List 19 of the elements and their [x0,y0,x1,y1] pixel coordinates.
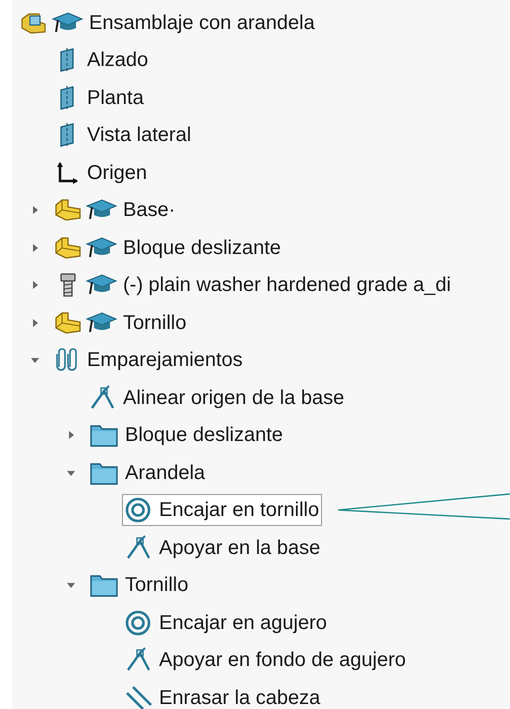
tree-item-label[interactable]: (-) plain washer hardened grade a_di [123,271,451,300]
tree-item-label[interactable]: Origen [87,158,148,187]
tree-item[interactable]: Apoyar en fondo de agujero [122,644,409,676]
tree-item[interactable]: Encajar en tornillo [122,494,322,526]
tree-item-label[interactable]: Base· [123,196,176,224]
tree-item-label[interactable]: Bloque deslizante [125,421,283,450]
tree-item[interactable]: Encajar en agujero [122,606,330,639]
tree-item-label[interactable]: Bloque deslizante [123,234,281,262]
tree-item-label[interactable]: Vista lateral [87,121,192,150]
tree-item[interactable]: Apoyar en la base [122,532,324,564]
tree-item[interactable]: Enrasar la cabeza [122,682,324,709]
tree-item-label[interactable]: Alinear origen de la base [123,384,344,412]
tree-item-label[interactable]: Tornillo [123,308,186,337]
tree-item-label[interactable]: Ensamblaje con arandela [89,8,315,37]
tree-item-label[interactable]: Alzado [87,46,148,74]
tree-item-label[interactable]: Emparejamientos [87,346,243,374]
tree-item-label[interactable]: Arandela [125,458,206,487]
tree-item-label[interactable]: Tornillo [125,571,188,600]
tree-item-label[interactable]: Planta [87,84,144,112]
